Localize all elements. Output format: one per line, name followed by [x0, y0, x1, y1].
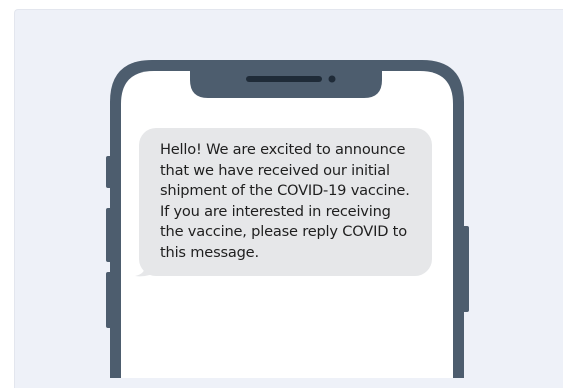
message-line: that we have received our initial: [160, 161, 390, 179]
message-bubble: Hello! We are excited to announce that w…: [139, 128, 432, 276]
speaker-grille-icon: [246, 76, 322, 82]
message-line: If you are interested in receiving: [160, 202, 391, 220]
message-line: shipment of the COVID-19 vaccine.: [160, 182, 410, 200]
front-camera-icon: [328, 75, 336, 83]
message-line: Hello! We are excited to announce: [160, 141, 406, 158]
message-text: Hello! We are excited to announce that w…: [160, 140, 418, 264]
message-line: this message.: [160, 243, 259, 261]
message-line: the vaccine, please reply COVID to: [160, 223, 407, 241]
